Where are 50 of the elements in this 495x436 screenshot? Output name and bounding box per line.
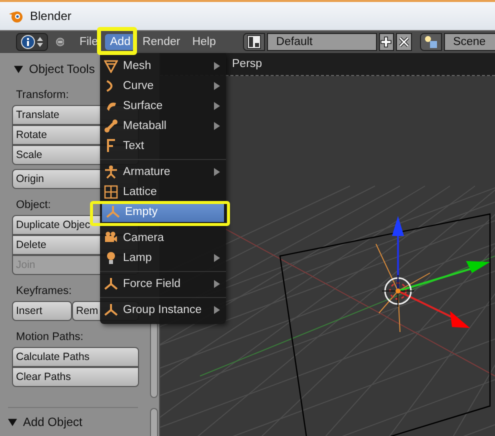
add-button[interactable] [378,33,394,51]
group-label: Object: [16,199,51,211]
highlight-box [97,27,137,55]
group-label: Keyframes: [16,285,72,297]
updown-arrow-icon [37,36,43,48]
menu-item-icon [104,231,118,245]
group-label: Motion Paths: [16,331,84,343]
menu-item-icon [104,277,118,291]
menu-item-icon [104,251,118,265]
menu-item-icon [104,303,118,317]
scene-field[interactable]: Scene [444,33,495,51]
menu-item-icon [106,205,120,219]
viewport-label: Persp [232,58,262,70]
menu-item-icon [104,185,118,199]
menu-item[interactable]: Empty [102,202,224,222]
panel-title: Add Object [23,415,82,429]
plus-icon [380,36,392,48]
window-title: Blender [30,9,72,23]
scene-button[interactable] [420,33,442,51]
tool-button[interactable]: Clear Paths [12,367,139,387]
menu-item-icon [104,139,118,153]
scrollbar[interactable] [150,321,158,398]
menu-item[interactable]: Force Field [100,274,226,294]
menu-item[interactable]: Group Instance [100,300,226,320]
menu-item-icon [104,119,118,133]
group-label: Transform: [16,89,69,101]
menu-item[interactable]: Help [187,34,221,50]
close-button[interactable] [396,33,412,51]
layout-field[interactable]: Default [267,33,377,51]
menu-item[interactable]: Curve [100,76,226,96]
layout-icon [247,35,261,49]
expand-triangle-icon[interactable] [14,64,23,74]
tool-button[interactable]: Insert [12,301,72,321]
layout-button[interactable] [242,33,266,51]
menu-item-icon [104,59,118,73]
panel-title: Object Tools [29,62,95,76]
editor-type-button[interactable] [16,33,48,51]
scrollbar[interactable] [150,408,158,436]
close-icon [398,36,410,48]
menu-item[interactable]: File [74,34,103,50]
menu-item[interactable]: Mesh [100,56,226,76]
menu-item[interactable]: Add [105,34,136,50]
scene-icon [424,35,438,49]
collapse-icon[interactable] [56,37,64,47]
menu-item-icon [104,165,118,179]
info-icon [21,35,35,49]
tool-button[interactable]: Calculate Paths [12,347,139,367]
expand-triangle-icon[interactable] [8,418,17,426]
menu-item[interactable]: Armature [100,162,226,182]
menu-item[interactable]: Render [137,34,186,50]
